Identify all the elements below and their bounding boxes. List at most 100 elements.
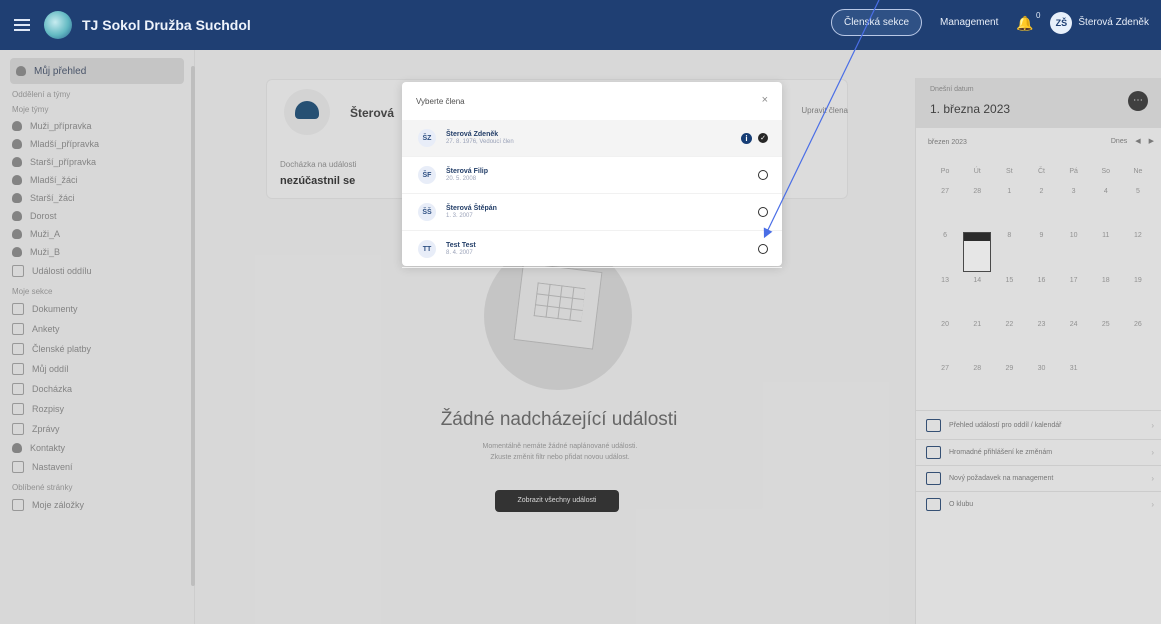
sidebar-item[interactable]: Dokumenty xyxy=(0,299,194,319)
sidebar-item[interactable]: Rozpisy xyxy=(0,399,194,419)
attendance-label: Docházka na události xyxy=(280,160,357,169)
calendar-day[interactable]: 9 xyxy=(1025,232,1057,239)
calendar-day[interactable]: 18 xyxy=(1090,277,1122,284)
sidebar-item[interactable]: Starší_žáci xyxy=(0,189,194,207)
radio-unchecked-icon[interactable] xyxy=(758,207,768,217)
today-header: Dnešní datum 1. března 2023 ⋯ xyxy=(916,78,1161,128)
sidebar-item[interactable]: Zprávy xyxy=(0,419,194,439)
calendar-day[interactable]: 28 xyxy=(961,365,993,372)
calendar-day[interactable]: 14 xyxy=(961,277,993,284)
radio-checked-icon[interactable]: ✓ xyxy=(758,133,768,143)
calendar-day[interactable]: 23 xyxy=(1025,321,1057,328)
right-link-item[interactable]: Přehled událostí pro oddíl / kalendář › xyxy=(916,410,1161,439)
sidebar-item-label: Zprávy xyxy=(32,424,60,434)
calendar-day[interactable]: 25 xyxy=(1090,321,1122,328)
calendar-day[interactable]: 21 xyxy=(961,321,993,328)
chevron-right-icon[interactable]: ▶ xyxy=(1149,137,1154,145)
calendar-day[interactable]: 6 xyxy=(929,232,961,239)
member-subtitle: 1. 3. 2007 xyxy=(446,213,473,219)
bookmark-icon xyxy=(12,499,24,511)
sidebar-item[interactable]: Ankety xyxy=(0,319,194,339)
radio-unchecked-icon[interactable] xyxy=(758,244,768,254)
calendar-day[interactable]: 26 xyxy=(1122,321,1154,328)
calendar-day[interactable]: 31 xyxy=(1058,365,1090,372)
member-row-selected[interactable]: ŠZ Šterová Zdeněk 27. 8. 1976, Vedoucí č… xyxy=(402,120,782,157)
calendar-day[interactable]: 1 xyxy=(993,188,1025,195)
sidebar-item[interactable]: Dorost xyxy=(0,207,194,225)
notifications-icon[interactable]: 🔔 0 xyxy=(1016,11,1040,31)
sidebar-item[interactable]: Starší_přípravka xyxy=(0,153,194,171)
calendar-day[interactable]: 3 xyxy=(1058,188,1090,195)
edit-member-link[interactable]: Upravit člena xyxy=(801,106,848,115)
sidebar-item[interactable]: Nastavení xyxy=(0,457,194,477)
sidebar-item-label: Mladší_přípravka xyxy=(30,139,100,149)
member-section-button[interactable]: Členská sekce xyxy=(830,9,923,36)
calendar-day[interactable]: 22 xyxy=(993,321,1025,328)
weekday-label: Po xyxy=(940,168,950,175)
right-link-item[interactable]: Nový požadavek na management › xyxy=(916,465,1161,491)
attendance-icon xyxy=(12,383,24,395)
member-row[interactable]: TT Test Test 8. 4. 2007 xyxy=(402,231,782,268)
sidebar-item[interactable]: Docházka xyxy=(0,379,194,399)
management-link[interactable]: Management xyxy=(940,17,998,28)
right-panel-links: Přehled událostí pro oddíl / kalendář › H… xyxy=(916,410,1161,517)
calendar-day[interactable]: 20 xyxy=(929,321,961,328)
info-icon[interactable]: i xyxy=(741,132,752,144)
calendar-options-icon[interactable]: ⋯ xyxy=(1128,91,1148,111)
calendar-day[interactable]: 17 xyxy=(1058,277,1090,284)
calendar-day[interactable]: 27 xyxy=(929,188,961,195)
calendar-day[interactable]: 13 xyxy=(929,277,961,284)
sidebar-item-label: Kontakty xyxy=(30,443,66,453)
calendar-day[interactable]: 16 xyxy=(1025,277,1057,284)
sidebar-home-item[interactable]: Můj přehled xyxy=(10,58,184,84)
calendar-day-today[interactable] xyxy=(961,232,993,273)
member-avatar-icon: TT xyxy=(418,240,436,258)
poll-icon xyxy=(12,323,24,335)
calendar-day[interactable]: 19 xyxy=(1122,277,1154,284)
right-link-item[interactable]: Hromadné přihlášení ke změnám › xyxy=(916,439,1161,465)
sidebar-item[interactable]: Muži_A xyxy=(0,225,194,243)
weekday-label: St xyxy=(1006,168,1013,175)
calendar-grid-illustration xyxy=(533,282,586,322)
calendar-day[interactable]: 15 xyxy=(993,277,1025,284)
calendar-day[interactable]: 24 xyxy=(1058,321,1090,328)
calendar-day[interactable]: 30 xyxy=(1025,365,1057,372)
calendar-day[interactable]: 8 xyxy=(993,232,1025,239)
calendar-day[interactable]: 11 xyxy=(1090,232,1122,239)
calendar-day[interactable]: 29 xyxy=(993,365,1025,372)
member-text: Šterová Zdeněk 27. 8. 1976, Vedoucí člen xyxy=(446,131,514,145)
member-row[interactable]: ŠF Šterová Filip 20. 5. 2008 xyxy=(402,157,782,194)
right-link-item[interactable]: O klubu › xyxy=(916,491,1161,517)
today-button[interactable]: Dnes xyxy=(1111,138,1127,145)
calendar-day[interactable]: 12 xyxy=(1122,232,1154,239)
left-sidebar: Můj přehled Oddělení a týmy Moje týmy Mu… xyxy=(0,50,195,624)
sidebar-item-label: Starší_přípravka xyxy=(30,157,97,167)
sidebar-home-label: Můj přehled xyxy=(34,65,87,77)
calendar-day[interactable]: 4 xyxy=(1090,188,1122,195)
sidebar-section-title: Oblíbené stránky xyxy=(12,483,73,492)
sidebar-item[interactable]: Můj oddíl xyxy=(0,359,194,379)
calendar-day[interactable]: 10 xyxy=(1058,232,1090,239)
show-all-events-button[interactable]: Zobrazit všechny události xyxy=(495,490,619,512)
calendar-day[interactable]: 2 xyxy=(1025,188,1057,195)
user-menu[interactable]: ZŠ Šterová Zdeněk xyxy=(1050,11,1149,34)
sidebar-item[interactable]: Kontakty xyxy=(0,439,194,457)
menu-icon[interactable] xyxy=(14,19,30,31)
calendar-day[interactable]: 28 xyxy=(961,188,993,195)
radio-unchecked-icon[interactable] xyxy=(758,170,768,180)
sidebar-item[interactable]: Muži_B xyxy=(0,243,194,261)
sidebar-scrollbar[interactable] xyxy=(191,66,195,586)
sidebar-item[interactable]: Události oddílu xyxy=(0,261,194,281)
chevron-left-icon[interactable]: ◀ xyxy=(1135,137,1140,145)
close-icon[interactable]: × xyxy=(762,94,768,106)
member-row[interactable]: ŠŠ Šterová Štěpán 1. 3. 2007 xyxy=(402,194,782,231)
sidebar-item[interactable]: Moje záložky xyxy=(0,495,194,515)
sidebar-item[interactable]: Mladší_přípravka xyxy=(0,135,194,153)
sidebar-item[interactable]: Mladší_žáci xyxy=(0,171,194,189)
sidebar-item[interactable]: Členské platby xyxy=(0,339,194,359)
empty-state-desc-line: Zkuste změnit filtr nebo přidat novou ud… xyxy=(490,454,630,461)
calendar-day[interactable]: 5 xyxy=(1122,188,1154,195)
calendar-day[interactable]: 27 xyxy=(929,365,961,372)
sidebar-item[interactable]: Muži_přípravka xyxy=(0,117,194,135)
right-link-label: Nový požadavek na management xyxy=(949,475,1054,482)
